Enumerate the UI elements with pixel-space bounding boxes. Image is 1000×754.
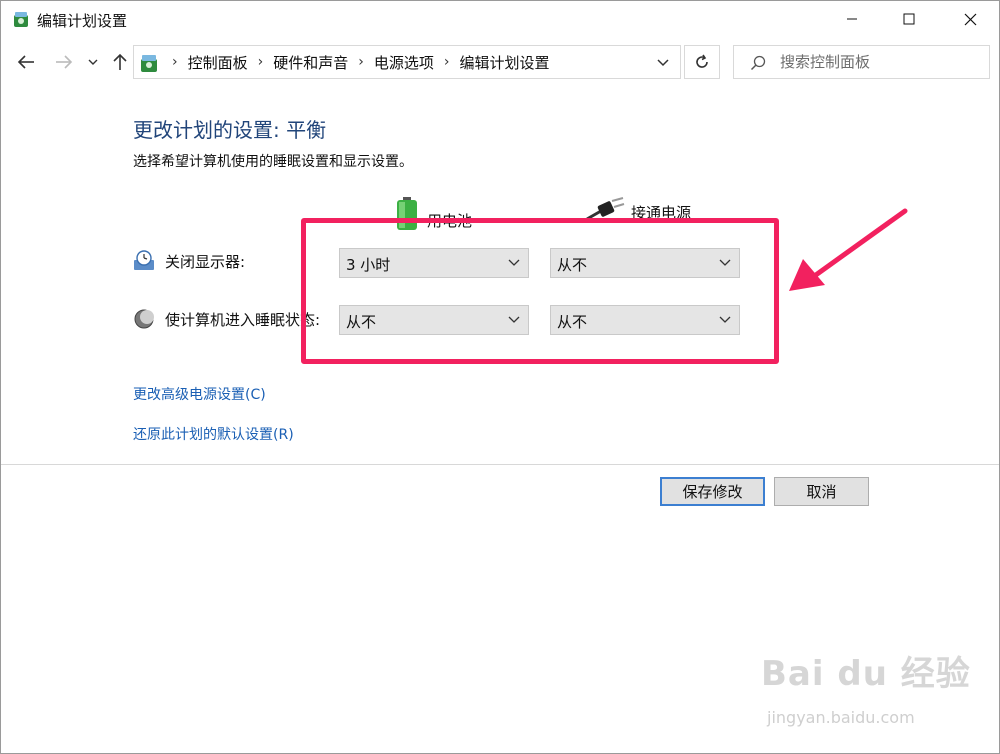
sleep-text: 使计算机进入睡眠状态: xyxy=(165,310,321,329)
search-icon xyxy=(750,55,766,71)
chevron-down-icon[interactable] xyxy=(656,55,670,69)
save-changes-button[interactable]: 保存修改 xyxy=(660,477,765,506)
advanced-power-settings-link[interactable]: 更改高级电源设置(C) xyxy=(133,384,266,404)
arrow-right-icon xyxy=(56,55,73,69)
search-input[interactable] xyxy=(780,50,980,74)
breadcrumb-separator[interactable]: › xyxy=(358,54,364,70)
watermark-url: jingyan.baidu.com xyxy=(767,708,915,727)
divider xyxy=(1,464,999,465)
arrow-up-icon xyxy=(113,53,127,70)
window-title: 编辑计划设置 xyxy=(37,12,128,30)
annotation-highlight-box xyxy=(301,218,779,364)
maximize-icon xyxy=(903,13,915,25)
breadcrumb-separator[interactable]: › xyxy=(258,54,264,70)
refresh-button[interactable] xyxy=(684,45,720,79)
back-button[interactable] xyxy=(13,49,39,75)
close-button[interactable] xyxy=(947,1,993,37)
title-bar: 编辑计划设置 xyxy=(1,1,999,37)
address-bar[interactable]: › 控制面板 › 硬件和声音 › 电源选项 › 编辑计划设置 xyxy=(133,45,681,79)
maximize-button[interactable] xyxy=(886,1,932,37)
forward-button[interactable] xyxy=(51,49,77,75)
minimize-icon xyxy=(847,18,857,20)
breadcrumb-edit-plan[interactable]: 编辑计划设置 xyxy=(459,52,549,73)
power-options-icon xyxy=(14,12,28,27)
up-button[interactable] xyxy=(107,49,133,75)
minimize-button[interactable] xyxy=(829,1,875,37)
watermark: Bai du 经验 jingyan.baidu.com xyxy=(761,646,981,736)
cancel-button[interactable]: 取消 xyxy=(774,477,869,506)
display-clock-icon xyxy=(134,250,154,270)
turn-off-display-label: 关闭显示器: xyxy=(133,250,245,272)
breadcrumb: › 控制面板 › 硬件和声音 › 电源选项 › 编辑计划设置 xyxy=(162,46,550,78)
chevron-down-icon xyxy=(88,59,98,65)
edit-plan-settings-window: 编辑计划设置 › 控制面板 › 硬件和声音 › 电源选项 › 编辑计划设置 搜索… xyxy=(0,0,1000,754)
breadcrumb-power-options[interactable]: 电源选项 xyxy=(374,52,434,73)
breadcrumb-separator[interactable]: › xyxy=(444,54,450,70)
breadcrumb-separator: › xyxy=(172,54,178,70)
breadcrumb-control-panel[interactable]: 控制面板 xyxy=(188,52,248,73)
refresh-icon xyxy=(696,54,708,68)
arrow-left-icon xyxy=(17,55,34,69)
restore-defaults-link[interactable]: 还原此计划的默认设置(R) xyxy=(133,424,294,444)
annotation-arrow-icon xyxy=(789,208,908,291)
recent-locations-button[interactable] xyxy=(81,49,105,75)
page-title: 更改计划的设置: 平衡 xyxy=(133,118,327,142)
close-icon xyxy=(964,13,976,25)
sleep-label: 使计算机进入睡眠状态: xyxy=(133,308,320,330)
search-box[interactable] xyxy=(733,45,990,79)
watermark-logo: Bai du 经验 xyxy=(761,654,971,694)
page-subtitle: 选择希望计算机使用的睡眠设置和显示设置。 xyxy=(133,154,413,170)
control-panel-icon xyxy=(141,55,157,72)
sleep-moon-icon xyxy=(134,309,154,329)
breadcrumb-hardware-sound[interactable]: 硬件和声音 xyxy=(273,52,348,73)
turn-off-display-text: 关闭显示器: xyxy=(165,252,246,271)
